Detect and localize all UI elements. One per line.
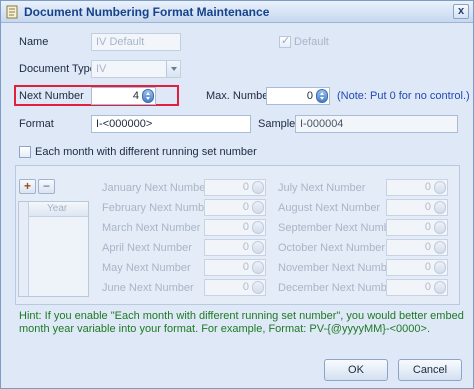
next-number-spin-icon[interactable] [142,89,154,103]
year-column-header: Year [47,203,68,214]
next-number-label: Next Number [19,90,84,102]
dialog-window: Document Numbering Format Maintenance x … [0,0,474,389]
march-label: March Next Number [102,222,201,234]
cancel-button[interactable]: Cancel [398,359,462,381]
sample-label: Sample [258,118,296,130]
format-input[interactable]: I-<000000> [91,115,251,133]
september-label: September Next Number [278,222,400,234]
april-label: April Next Number [102,242,192,254]
document-type-label: Document Type [19,63,96,75]
hint-text: Hint: If you enable "Each month with dif… [19,310,464,335]
october-spin-icon[interactable] [434,241,446,254]
june-spin-icon[interactable] [252,281,264,294]
monthly-label: Each month with different running set nu… [35,146,257,158]
default-checkbox[interactable] [279,34,291,48]
close-button[interactable]: x [453,4,469,19]
name-field[interactable]: IV Default [91,33,181,51]
december-label: December Next Number [278,282,397,294]
ok-button[interactable]: OK [324,359,388,381]
document-type-select[interactable]: IV [91,60,181,78]
window-title: Document Numbering Format Maintenance [24,4,270,19]
title-bar[interactable]: Document Numbering Format Maintenance x [1,1,473,23]
max-number-label: Max. Number [206,90,273,102]
august-label: August Next Number [278,202,381,214]
december-spin-icon[interactable] [434,281,446,294]
april-spin-icon[interactable] [252,241,264,254]
january-spin-icon[interactable] [252,181,264,194]
document-icon [6,5,18,18]
february-label: February Next Number [102,202,214,214]
july-label: July Next Number [278,182,366,194]
november-spin-icon[interactable] [434,261,446,274]
name-label: Name [19,36,49,48]
format-label: Format [19,118,54,130]
chevron-down-icon[interactable] [166,61,180,77]
grid-row-indicator [19,202,29,296]
january-label: January Next Number [102,182,209,194]
september-spin-icon[interactable] [434,221,446,234]
monthly-checkbox[interactable] [19,146,31,158]
february-spin-icon[interactable] [252,201,264,214]
remove-year-button[interactable]: − [38,179,55,194]
max-number-spin-icon[interactable] [316,89,328,103]
august-spin-icon[interactable] [434,201,446,214]
may-spin-icon[interactable] [252,261,264,274]
max-number-note: (Note: Put 0 for no control.) [337,90,470,102]
year-grid[interactable]: Year [18,201,89,297]
july-spin-icon[interactable] [434,181,446,194]
default-label: Default [294,36,329,48]
november-label: November Next Number [278,262,397,274]
may-label: May Next Number [102,262,191,274]
document-type-value: IV [96,63,107,75]
october-label: October Next Number [278,242,385,254]
grid-header: Year [19,202,88,217]
sample-field: I-000004 [295,115,458,133]
june-label: June Next Number [102,282,194,294]
march-spin-icon[interactable] [252,221,264,234]
add-year-button[interactable]: + [19,179,36,194]
